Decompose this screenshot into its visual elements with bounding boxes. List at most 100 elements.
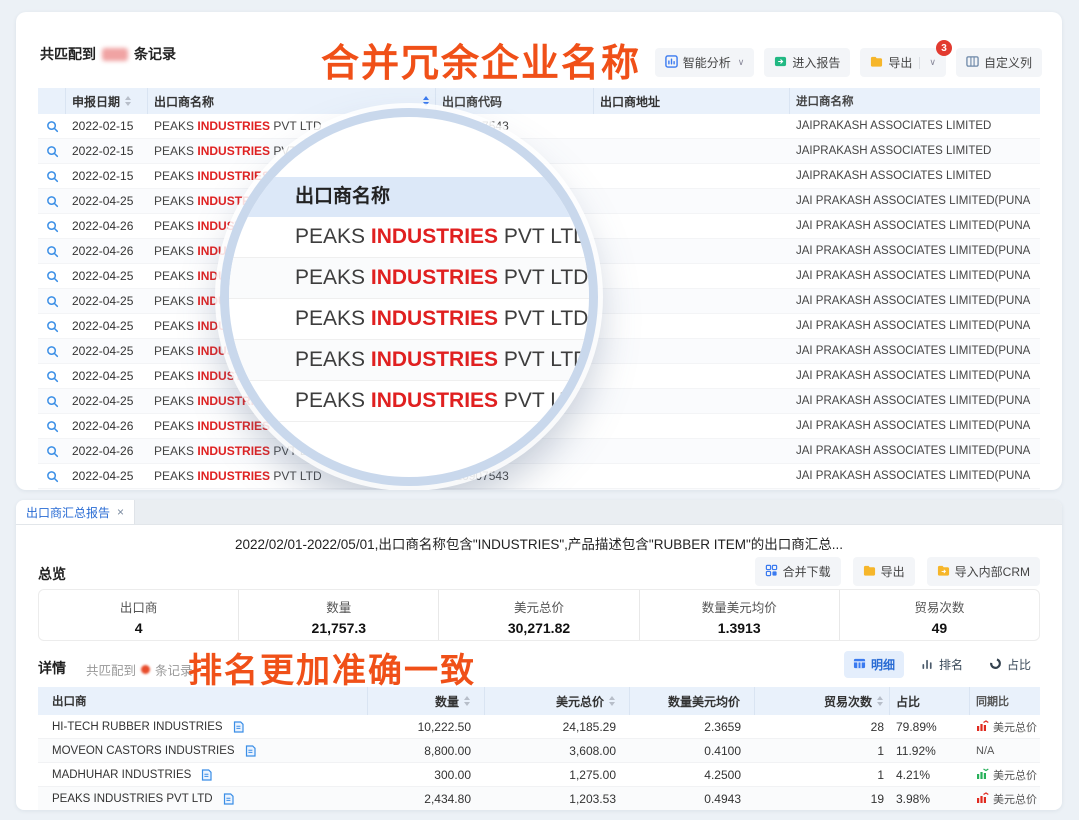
records-toolbar: 智能分析 ∨ 进入报告 导出 ∨ 3 自定义列 bbox=[655, 48, 1042, 77]
summary-avg: 2.3659 bbox=[630, 720, 755, 734]
report-export-button[interactable]: 导出 bbox=[853, 557, 915, 586]
annotation-merge-names: 合并冗余企业名称 bbox=[321, 32, 641, 87]
row-importer-name: JAI PRAKASH ASSOCIATES LIMITED(PUNA bbox=[790, 295, 1040, 307]
report-export-label: 导出 bbox=[881, 563, 905, 580]
export-icon bbox=[870, 55, 883, 71]
header-cell-code: 出口商代码 bbox=[436, 88, 594, 114]
row-search-icon[interactable] bbox=[38, 320, 66, 333]
match-suffix: 条记录 bbox=[134, 44, 176, 64]
overview-label: 总览 bbox=[38, 564, 66, 584]
view-detail-button[interactable]: 明细 bbox=[844, 651, 904, 678]
view-rank-button[interactable]: 排名 bbox=[912, 651, 972, 678]
sort-icon[interactable] bbox=[877, 696, 883, 706]
summary-share: 3.98% bbox=[890, 792, 970, 806]
smart-analysis-label: 智能分析 bbox=[683, 54, 731, 71]
sort-icon[interactable] bbox=[609, 696, 615, 706]
export-button[interactable]: 导出 ∨ 3 bbox=[860, 48, 946, 77]
company-report-icon[interactable] bbox=[223, 793, 234, 805]
summary-exporter[interactable]: PEAKS INDUSTRIES PVT LTD bbox=[38, 793, 368, 805]
summary-qty: 10,222.50 bbox=[368, 720, 485, 734]
table-row: 2022-04-26PEAKS INDUSTRIES PVT LTD021690… bbox=[38, 439, 1040, 464]
summary-usd: 1,203.53 bbox=[485, 792, 630, 806]
row-search-icon[interactable] bbox=[38, 120, 66, 133]
detail-match-suffix: 条记录 bbox=[155, 660, 193, 679]
row-search-icon[interactable] bbox=[38, 195, 66, 208]
tab-exporter-summary-report[interactable]: 出口商汇总报告 × bbox=[16, 500, 135, 524]
row-importer-name: JAI PRAKASH ASSOCIATES LIMITED(PUNA bbox=[790, 470, 1040, 482]
summary-exporter[interactable]: HI-TECH RUBBER INDUSTRIES bbox=[38, 721, 368, 733]
company-report-icon[interactable] bbox=[233, 721, 244, 733]
stat-出口商: 出口商4 bbox=[39, 590, 239, 640]
row-search-icon[interactable] bbox=[38, 170, 66, 183]
summary-row: HI-TECH RUBBER INDUSTRIES 10,222.5024,18… bbox=[38, 715, 1040, 739]
smart-analysis-button[interactable]: 智能分析 ∨ bbox=[655, 48, 755, 77]
row-search-icon[interactable] bbox=[38, 295, 66, 308]
summary-usd: 24,185.29 bbox=[485, 720, 630, 734]
row-search-icon[interactable] bbox=[38, 145, 66, 158]
header-cell-share: 占比 bbox=[890, 687, 970, 715]
rank-icon bbox=[921, 657, 934, 673]
summary-trades: 1 bbox=[755, 768, 890, 782]
stat-贸易次数: 贸易次数49 bbox=[840, 590, 1039, 640]
row-date: 2022-02-15 bbox=[66, 144, 148, 158]
view-share-button[interactable]: 占比 bbox=[980, 651, 1040, 678]
header-cell-trades[interactable]: 贸易次数 bbox=[755, 687, 890, 715]
custom-columns-button[interactable]: 自定义列 bbox=[956, 48, 1042, 77]
import-crm-button[interactable]: 导入内部CRM bbox=[927, 557, 1040, 586]
row-date: 2022-04-26 bbox=[66, 444, 148, 458]
row-search-icon[interactable] bbox=[38, 220, 66, 233]
row-importer-name: JAI PRAKASH ASSOCIATES LIMITED(PUNA bbox=[790, 320, 1040, 332]
row-search-icon[interactable] bbox=[38, 370, 66, 383]
summary-table-body: HI-TECH RUBBER INDUSTRIES 10,222.5024,18… bbox=[38, 715, 1040, 810]
chevron-down-icon: ∨ bbox=[929, 57, 936, 68]
summary-share: 79.89% bbox=[890, 720, 970, 734]
row-search-icon[interactable] bbox=[38, 420, 66, 433]
row-importer-name: JAI PRAKASH ASSOCIATES LIMITED(PUNA bbox=[790, 420, 1040, 432]
sort-icon[interactable] bbox=[125, 96, 131, 106]
summary-yoy: N/A bbox=[970, 745, 1040, 757]
redacted-count-dot bbox=[141, 665, 150, 674]
row-search-icon[interactable] bbox=[38, 470, 66, 483]
close-icon[interactable]: × bbox=[117, 505, 124, 519]
summary-exporter[interactable]: MADHUHAR INDUSTRIES bbox=[38, 769, 368, 781]
row-search-icon[interactable] bbox=[38, 345, 66, 358]
detail-match-prefix: 共匹配到 bbox=[86, 660, 136, 679]
detail-match-text: 共匹配到 条记录 bbox=[86, 660, 193, 679]
enter-report-button[interactable]: 进入报告 bbox=[764, 48, 850, 77]
merge-download-button[interactable]: 合并下载 bbox=[755, 557, 841, 586]
row-search-icon[interactable] bbox=[38, 245, 66, 258]
row-importer-name: JAI PRAKASH ASSOCIATES LIMITED(PUNA bbox=[790, 245, 1040, 257]
magnifier-row: PEAKS INDUSTRIES PVT LTD bbox=[229, 258, 589, 299]
import-crm-label: 导入内部CRM bbox=[955, 563, 1030, 580]
sort-icon[interactable] bbox=[464, 696, 470, 706]
header-exporter-label: 出口商名称 bbox=[154, 93, 214, 110]
table-row: 2022-04-26PEAKS INDUSTRIES PVT LTD021690… bbox=[38, 489, 1040, 490]
row-date: 2022-04-25 bbox=[66, 344, 148, 358]
trend-up-icon bbox=[976, 720, 989, 734]
row-search-icon[interactable] bbox=[38, 445, 66, 458]
row-importer-name: JAI PRAKASH ASSOCIATES LIMITED(PUNA bbox=[790, 220, 1040, 232]
sort-icon-active[interactable] bbox=[423, 96, 429, 106]
summary-exporter[interactable]: MOVEON CASTORS INDUSTRIES bbox=[38, 745, 368, 757]
detail-table-icon bbox=[853, 657, 866, 673]
summary-avg: 0.4943 bbox=[630, 792, 755, 806]
magnifier-header: 出口商名称 bbox=[229, 177, 589, 217]
view-share-label: 占比 bbox=[1007, 656, 1031, 673]
row-search-icon[interactable] bbox=[38, 395, 66, 408]
row-date: 2022-02-15 bbox=[66, 119, 148, 133]
view-rank-label: 排名 bbox=[939, 656, 963, 673]
row-date: 2022-04-25 bbox=[66, 469, 148, 483]
company-report-icon[interactable] bbox=[245, 745, 256, 757]
stats-bar: 出口商4数量21,757.3美元总价30,271.82数量美元均价1.3913贸… bbox=[38, 589, 1040, 641]
header-cell-blank bbox=[38, 88, 66, 114]
header-cell-address: 出口商地址 bbox=[594, 88, 790, 114]
row-date: 2022-04-25 bbox=[66, 319, 148, 333]
stat-value: 30,271.82 bbox=[439, 620, 638, 636]
header-cell-date[interactable]: 申报日期 bbox=[66, 88, 148, 114]
company-report-icon[interactable] bbox=[201, 769, 212, 781]
stat-label: 出口商 bbox=[39, 597, 238, 616]
header-cell-usd[interactable]: 美元总价 bbox=[485, 687, 630, 715]
header-cell-avg: 数量美元均价 bbox=[630, 687, 755, 715]
row-search-icon[interactable] bbox=[38, 270, 66, 283]
row-importer-name: JAI PRAKASH ASSOCIATES LIMITED(PUNA bbox=[790, 395, 1040, 407]
